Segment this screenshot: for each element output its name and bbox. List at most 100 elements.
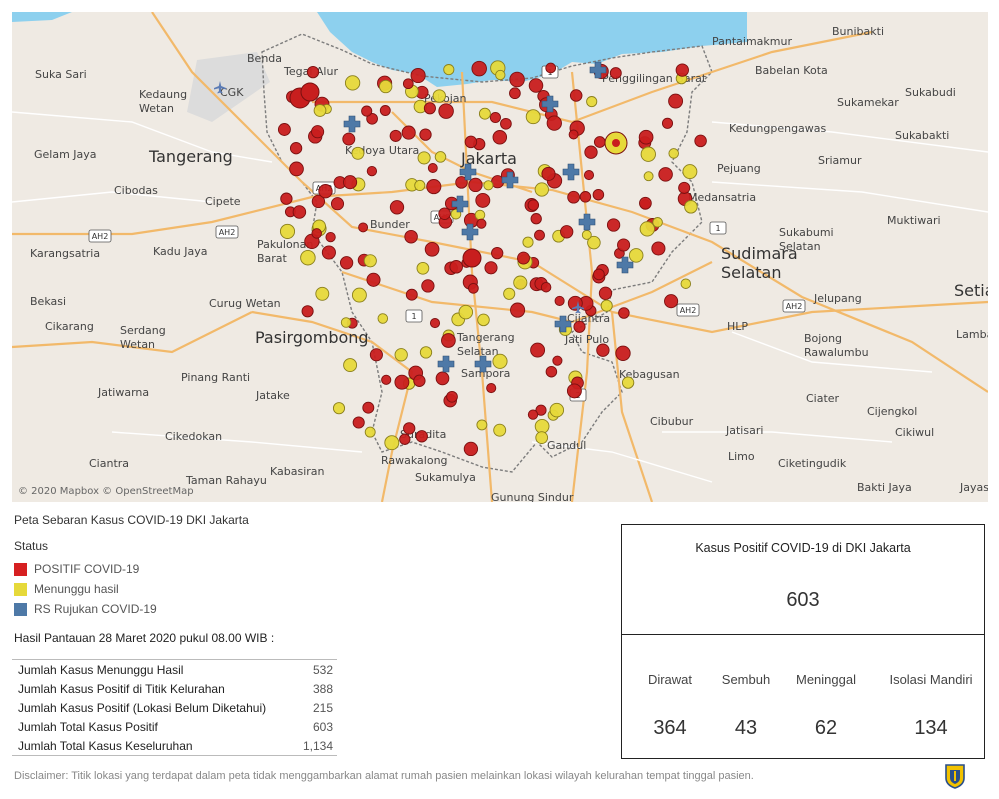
positive-case-marker[interactable] <box>369 348 383 362</box>
waiting-case-marker[interactable] <box>414 179 426 191</box>
positive-case-marker[interactable] <box>569 89 583 102</box>
positive-case-marker[interactable] <box>545 365 558 378</box>
waiting-case-marker[interactable] <box>364 426 376 438</box>
positive-case-marker[interactable] <box>675 63 689 77</box>
positive-case-marker[interactable] <box>530 342 546 358</box>
positive-case-marker[interactable] <box>475 192 491 208</box>
positive-case-marker[interactable] <box>492 130 508 145</box>
positive-case-marker[interactable] <box>358 222 369 233</box>
positive-case-marker[interactable] <box>449 260 463 274</box>
waiting-case-marker[interactable] <box>581 229 592 240</box>
positive-case-marker[interactable] <box>277 123 291 136</box>
positive-case-marker[interactable] <box>546 115 562 131</box>
positive-case-marker[interactable] <box>427 163 438 173</box>
positive-case-marker[interactable] <box>413 374 426 387</box>
positive-case-marker[interactable] <box>530 213 542 225</box>
waiting-case-marker[interactable] <box>495 69 506 81</box>
positive-case-marker[interactable] <box>426 179 442 195</box>
positive-case-marker[interactable] <box>486 383 497 394</box>
positive-case-marker[interactable] <box>664 294 679 309</box>
positive-case-marker[interactable] <box>318 184 333 199</box>
positive-case-marker[interactable] <box>606 218 621 232</box>
positive-case-marker[interactable] <box>476 218 487 229</box>
positive-case-marker[interactable] <box>424 241 440 257</box>
positive-case-marker[interactable] <box>289 142 303 155</box>
positive-case-marker[interactable] <box>366 272 381 287</box>
positive-case-marker[interactable] <box>638 129 654 145</box>
waiting-case-marker[interactable] <box>600 299 613 312</box>
positive-case-marker[interactable] <box>366 165 378 177</box>
positive-case-marker[interactable] <box>668 93 684 109</box>
positive-case-marker[interactable] <box>339 256 354 270</box>
positive-case-marker[interactable] <box>554 295 565 306</box>
waiting-case-marker[interactable] <box>384 435 400 451</box>
waiting-case-marker[interactable] <box>379 79 393 94</box>
positive-case-marker[interactable] <box>540 281 552 293</box>
positive-case-marker[interactable] <box>471 60 487 77</box>
positive-case-marker[interactable] <box>379 105 391 116</box>
waiting-case-marker[interactable] <box>458 304 474 320</box>
positive-case-marker[interactable] <box>593 136 606 148</box>
waiting-case-marker[interactable] <box>525 109 541 125</box>
positive-case-marker[interactable] <box>468 282 479 294</box>
positive-case-marker[interactable] <box>321 245 336 260</box>
positive-case-marker[interactable] <box>566 383 582 399</box>
positive-case-marker[interactable] <box>694 134 707 148</box>
positive-case-marker[interactable] <box>405 288 418 301</box>
waiting-case-marker[interactable] <box>394 348 408 362</box>
waiting-case-marker[interactable] <box>343 358 358 373</box>
positive-case-marker[interactable] <box>592 188 605 201</box>
waiting-case-marker[interactable] <box>417 151 431 165</box>
positive-case-marker[interactable] <box>419 128 432 141</box>
positive-case-marker[interactable] <box>410 67 426 84</box>
positive-case-marker[interactable] <box>661 117 674 129</box>
positive-case-marker[interactable] <box>463 441 479 457</box>
waiting-case-marker[interactable] <box>639 221 655 237</box>
positive-case-marker[interactable] <box>403 422 416 435</box>
waiting-case-marker[interactable] <box>628 248 644 263</box>
positive-case-marker[interactable] <box>639 196 652 210</box>
waiting-case-marker[interactable] <box>513 275 528 290</box>
positive-case-marker[interactable] <box>517 251 530 265</box>
legend-item-hospital[interactable]: RS Rujukan COVID-19 <box>14 599 157 619</box>
positive-case-marker[interactable] <box>423 102 436 115</box>
positive-case-marker[interactable] <box>568 129 579 140</box>
positive-case-marker[interactable] <box>489 111 501 124</box>
positive-case-marker[interactable] <box>484 261 498 275</box>
positive-case-marker[interactable] <box>598 286 613 300</box>
positive-case-marker[interactable] <box>394 374 410 390</box>
waiting-case-marker[interactable] <box>684 200 698 214</box>
waiting-case-marker[interactable] <box>313 104 327 117</box>
waiting-case-marker[interactable] <box>534 418 550 434</box>
positive-case-marker[interactable] <box>342 132 356 146</box>
waiting-case-marker[interactable] <box>363 254 377 268</box>
positive-case-marker[interactable] <box>292 205 307 219</box>
waiting-case-marker[interactable] <box>344 75 361 91</box>
waiting-case-marker[interactable] <box>549 402 565 418</box>
positive-case-marker[interactable] <box>534 229 545 241</box>
waiting-case-marker[interactable] <box>476 419 488 431</box>
positive-case-marker[interactable] <box>545 62 557 74</box>
waiting-case-marker[interactable] <box>351 146 365 160</box>
waiting-case-marker[interactable] <box>477 313 490 327</box>
waiting-case-marker[interactable] <box>680 278 692 289</box>
positive-case-marker[interactable] <box>438 103 454 119</box>
positive-case-marker[interactable] <box>609 67 622 80</box>
waiting-case-marker[interactable] <box>586 96 598 108</box>
positive-case-marker[interactable] <box>615 345 631 361</box>
positive-case-marker[interactable] <box>584 145 598 159</box>
positive-case-marker[interactable] <box>651 241 666 256</box>
positive-case-marker[interactable] <box>446 390 458 403</box>
waiting-case-marker[interactable] <box>300 249 316 266</box>
positive-case-marker[interactable] <box>401 125 416 140</box>
positive-case-marker[interactable] <box>464 135 478 149</box>
positive-case-marker[interactable] <box>593 268 605 281</box>
positive-case-marker[interactable] <box>527 409 539 420</box>
positive-case-marker[interactable] <box>330 197 345 211</box>
positive-case-marker[interactable] <box>579 191 592 203</box>
positive-case-marker[interactable] <box>362 401 375 414</box>
positive-case-marker[interactable] <box>421 279 435 293</box>
positive-case-marker[interactable] <box>325 231 336 243</box>
positive-case-marker[interactable] <box>462 248 482 268</box>
positive-case-marker[interactable] <box>399 433 411 445</box>
